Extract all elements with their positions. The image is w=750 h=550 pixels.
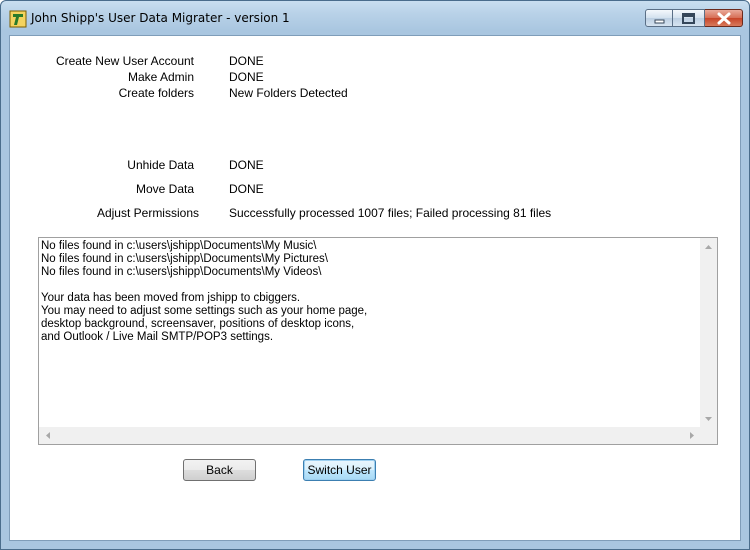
step-status-move-data: DONE: [229, 182, 264, 196]
horizontal-scrollbar[interactable]: [39, 427, 700, 444]
window-title: John Shipp's User Data Migrater - versio…: [31, 11, 290, 25]
step-status-unhide-data: DONE: [229, 158, 264, 172]
client-area: Create New User Account DONE Make Admin …: [9, 35, 741, 541]
app-icon: [9, 10, 27, 28]
step-label-unhide-data: Unhide Data: [127, 158, 194, 172]
scroll-up-icon[interactable]: [700, 238, 717, 255]
minimize-icon: [654, 19, 665, 24]
maximize-icon: [682, 13, 695, 24]
step-label-move-data: Move Data: [135, 182, 194, 196]
step-label-make-admin: Make Admin: [127, 70, 194, 84]
switch-user-button[interactable]: Switch User: [303, 459, 376, 481]
step-label-create-account: Create New User Account: [55, 54, 194, 68]
step-status-make-admin: DONE: [229, 70, 264, 84]
step-label-adjust-permissions: Adjust Permissions: [96, 206, 199, 220]
vertical-scrollbar[interactable]: [700, 238, 717, 427]
close-icon: [717, 12, 731, 25]
maximize-button[interactable]: [673, 9, 705, 27]
scroll-left-icon[interactable]: [39, 427, 56, 444]
scrollbar-corner: [700, 427, 717, 444]
back-button[interactable]: Back: [183, 459, 256, 481]
title-bar[interactable]: John Shipp's User Data Migrater - versio…: [1, 1, 749, 35]
log-textbox[interactable]: No files found in c:\users\jshipp\Docume…: [38, 237, 718, 445]
log-text[interactable]: No files found in c:\users\jshipp\Docume…: [41, 240, 699, 426]
scroll-down-icon[interactable]: [700, 410, 717, 427]
step-status-adjust-permissions: Successfully processed 1007 files; Faile…: [229, 206, 552, 220]
step-label-create-folders: Create folders: [118, 86, 194, 100]
step-status-create-folders: New Folders Detected: [229, 86, 348, 100]
close-button[interactable]: [705, 9, 743, 27]
scroll-right-icon[interactable]: [683, 427, 700, 444]
minimize-button[interactable]: [645, 9, 673, 27]
app-window: John Shipp's User Data Migrater - versio…: [0, 0, 750, 550]
step-status-create-account: DONE: [229, 54, 264, 68]
